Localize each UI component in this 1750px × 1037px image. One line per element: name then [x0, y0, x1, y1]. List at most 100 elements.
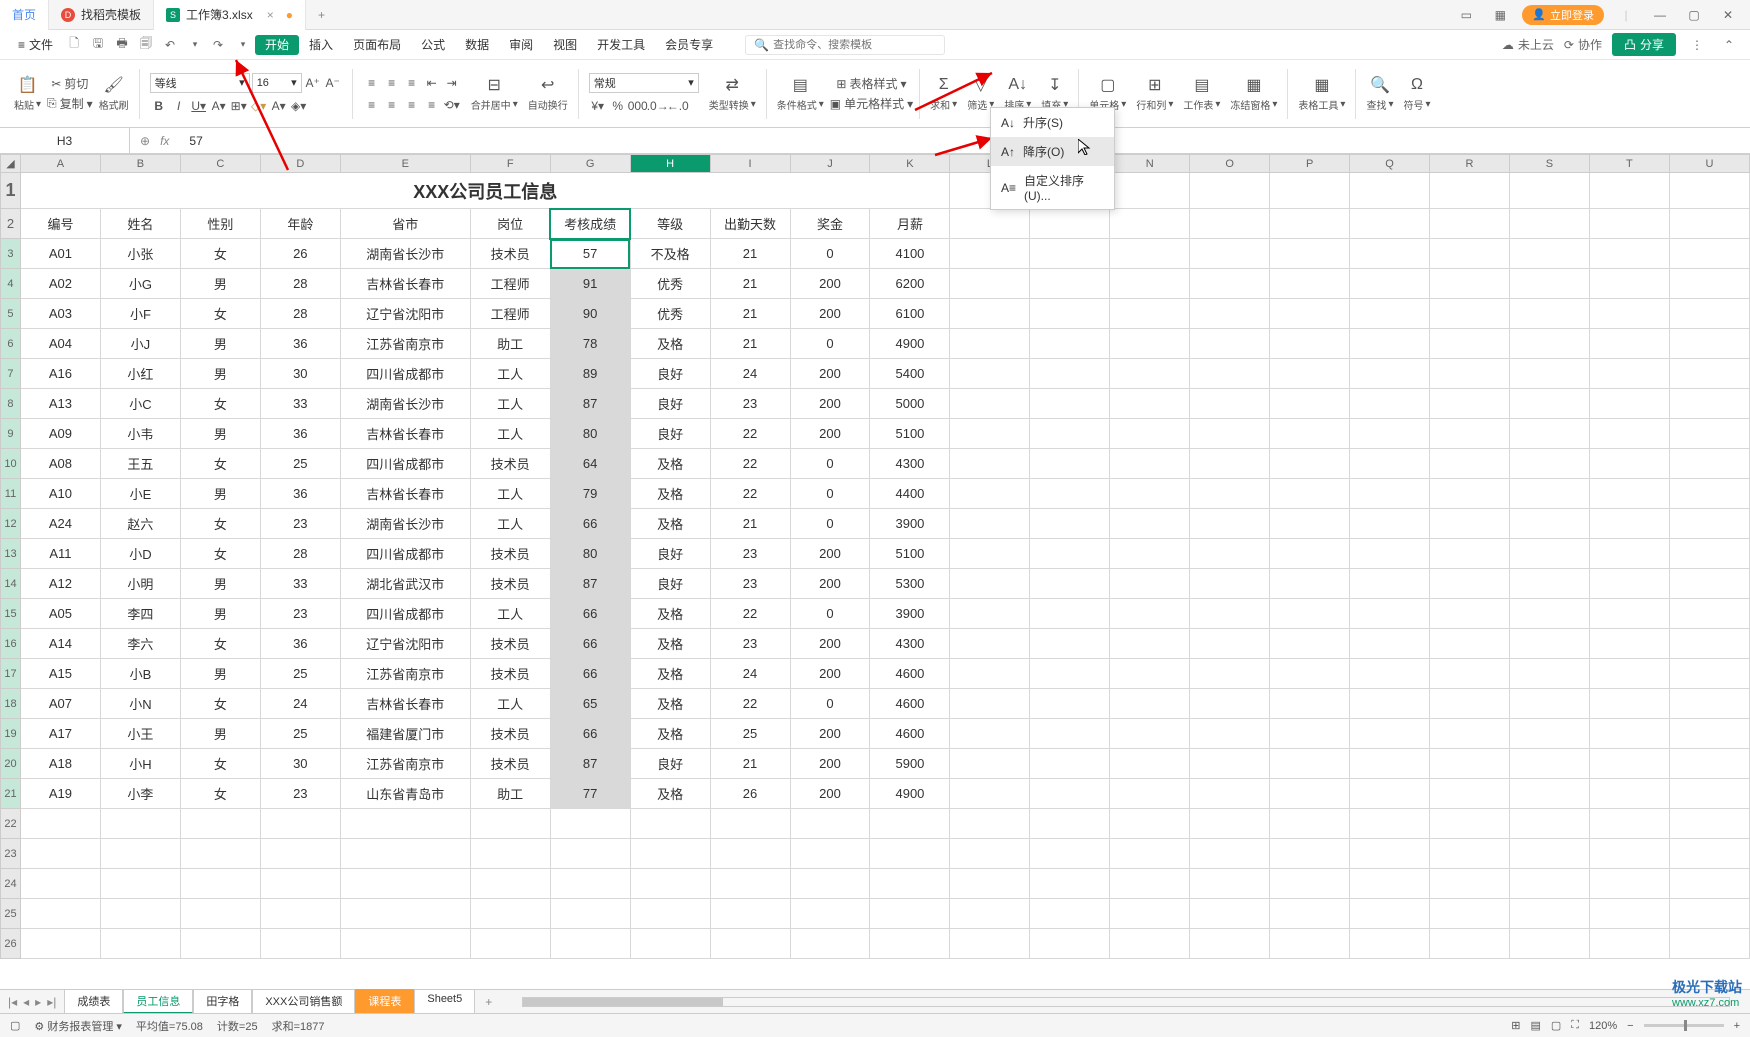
indent-inc-icon[interactable]: ⇥: [443, 74, 461, 92]
cell[interactable]: [1350, 173, 1430, 209]
cell-style-button[interactable]: ▣单元格样式▾: [830, 95, 913, 113]
cell[interactable]: 23: [710, 389, 790, 419]
sum-button[interactable]: Σ求和▾: [926, 73, 961, 114]
select-all-cell[interactable]: ◢: [1, 155, 21, 173]
cell[interactable]: 江苏省南京市: [340, 659, 470, 689]
col-header-N[interactable]: N: [1110, 155, 1190, 173]
cell[interactable]: 男: [180, 569, 260, 599]
cond-format-button[interactable]: ▤条件格式▾: [773, 73, 828, 114]
table-style-button[interactable]: ⊞表格样式▾: [830, 75, 913, 93]
cell[interactable]: 0: [790, 479, 870, 509]
currency-icon[interactable]: ¥▾: [589, 97, 607, 115]
cell[interactable]: 21: [710, 269, 790, 299]
cell[interactable]: 26: [260, 239, 340, 269]
header-cell[interactable]: 年龄: [260, 209, 340, 239]
cell[interactable]: 66: [550, 599, 630, 629]
format-painter-button[interactable]: 🖌格式刷: [95, 73, 133, 114]
cell[interactable]: 25: [260, 719, 340, 749]
cell[interactable]: 小明: [100, 569, 180, 599]
row-header-21[interactable]: 21: [1, 779, 21, 809]
cell[interactable]: 5100: [870, 539, 950, 569]
cell[interactable]: 23: [710, 539, 790, 569]
col-header-C[interactable]: C: [180, 155, 260, 173]
row-header-10[interactable]: 10: [1, 449, 21, 479]
cell[interactable]: 男: [180, 329, 260, 359]
align-left-icon[interactable]: ≡: [363, 96, 381, 114]
cell[interactable]: 28: [260, 539, 340, 569]
row-header-14[interactable]: 14: [1, 569, 21, 599]
row-header-15[interactable]: 15: [1, 599, 21, 629]
cell[interactable]: 36: [260, 329, 340, 359]
cell[interactable]: 0: [790, 239, 870, 269]
cell[interactable]: 四川省成都市: [340, 449, 470, 479]
col-header-R[interactable]: R: [1430, 155, 1510, 173]
cell[interactable]: 助工: [470, 779, 550, 809]
cancel-formula-icon[interactable]: ⊕: [140, 134, 150, 148]
cell[interactable]: [1270, 173, 1350, 209]
cell[interactable]: 80: [550, 419, 630, 449]
cell[interactable]: A07: [20, 689, 100, 719]
header-cell[interactable]: 出勤天数: [710, 209, 790, 239]
increase-font-icon[interactable]: A⁺: [304, 74, 322, 92]
sheet-tab-0[interactable]: 成绩表: [64, 989, 123, 1014]
sheet-nav-prev[interactable]: ◂: [23, 995, 29, 1009]
cell[interactable]: 小G: [100, 269, 180, 299]
cell[interactable]: A19: [20, 779, 100, 809]
row-header-8[interactable]: 8: [1, 389, 21, 419]
cell[interactable]: 小N: [100, 689, 180, 719]
row-header-9[interactable]: 9: [1, 419, 21, 449]
cell[interactable]: 5000: [870, 389, 950, 419]
cell[interactable]: A16: [20, 359, 100, 389]
cell[interactable]: 福建省厦门市: [340, 719, 470, 749]
cell[interactable]: 66: [550, 659, 630, 689]
cell[interactable]: 小红: [100, 359, 180, 389]
cell[interactable]: 小D: [100, 539, 180, 569]
cell[interactable]: 辽宁省沈阳市: [340, 629, 470, 659]
cell[interactable]: 工人: [470, 479, 550, 509]
cell[interactable]: 技术员: [470, 449, 550, 479]
menu-tab-3[interactable]: 公式: [411, 35, 455, 55]
cell[interactable]: 男: [180, 269, 260, 299]
cell[interactable]: 四川省成都市: [340, 599, 470, 629]
indent-dec-icon[interactable]: ⇤: [423, 74, 441, 92]
cell[interactable]: 24: [710, 659, 790, 689]
cell[interactable]: 4400: [870, 479, 950, 509]
copy-button[interactable]: ⎘复制▾: [47, 95, 93, 113]
cell[interactable]: 91: [550, 269, 630, 299]
cell[interactable]: 200: [790, 569, 870, 599]
menu-file[interactable]: ≡文件: [10, 36, 61, 53]
header-cell[interactable]: 奖金: [790, 209, 870, 239]
cell[interactable]: 及格: [630, 689, 710, 719]
cell[interactable]: A08: [20, 449, 100, 479]
cell[interactable]: 22: [710, 419, 790, 449]
cell[interactable]: 4600: [870, 689, 950, 719]
cell[interactable]: [1589, 173, 1669, 209]
cell[interactable]: 4600: [870, 719, 950, 749]
cell[interactable]: 吉林省长春市: [340, 269, 470, 299]
align-center-icon[interactable]: ≡: [383, 96, 401, 114]
zoom-in-icon[interactable]: +: [1734, 1020, 1740, 1032]
row-header-23[interactable]: 23: [1, 839, 21, 869]
header-cell[interactable]: 编号: [20, 209, 100, 239]
cell[interactable]: 28: [260, 299, 340, 329]
wrap-button[interactable]: ↩自动换行: [524, 73, 572, 114]
menu-tab-8[interactable]: 会员专享: [655, 35, 723, 55]
fx-icon[interactable]: fx: [160, 134, 169, 148]
cell[interactable]: 山东省青岛市: [340, 779, 470, 809]
cell[interactable]: 女: [180, 299, 260, 329]
print-icon[interactable]: 🖶: [111, 34, 133, 56]
cell[interactable]: 赵六: [100, 509, 180, 539]
cell[interactable]: 小C: [100, 389, 180, 419]
cell[interactable]: 78: [550, 329, 630, 359]
row-header-24[interactable]: 24: [1, 869, 21, 899]
rowcol-button[interactable]: ⊞行和列▾: [1132, 73, 1177, 114]
cell[interactable]: 女: [180, 509, 260, 539]
cell[interactable]: 技术员: [470, 629, 550, 659]
cell[interactable]: 工程师: [470, 299, 550, 329]
cell[interactable]: 200: [790, 389, 870, 419]
cell[interactable]: [1430, 173, 1510, 209]
h-scrollbar[interactable]: [522, 997, 1730, 1007]
cell[interactable]: 技术员: [470, 659, 550, 689]
cell[interactable]: A03: [20, 299, 100, 329]
cell[interactable]: 助工: [470, 329, 550, 359]
